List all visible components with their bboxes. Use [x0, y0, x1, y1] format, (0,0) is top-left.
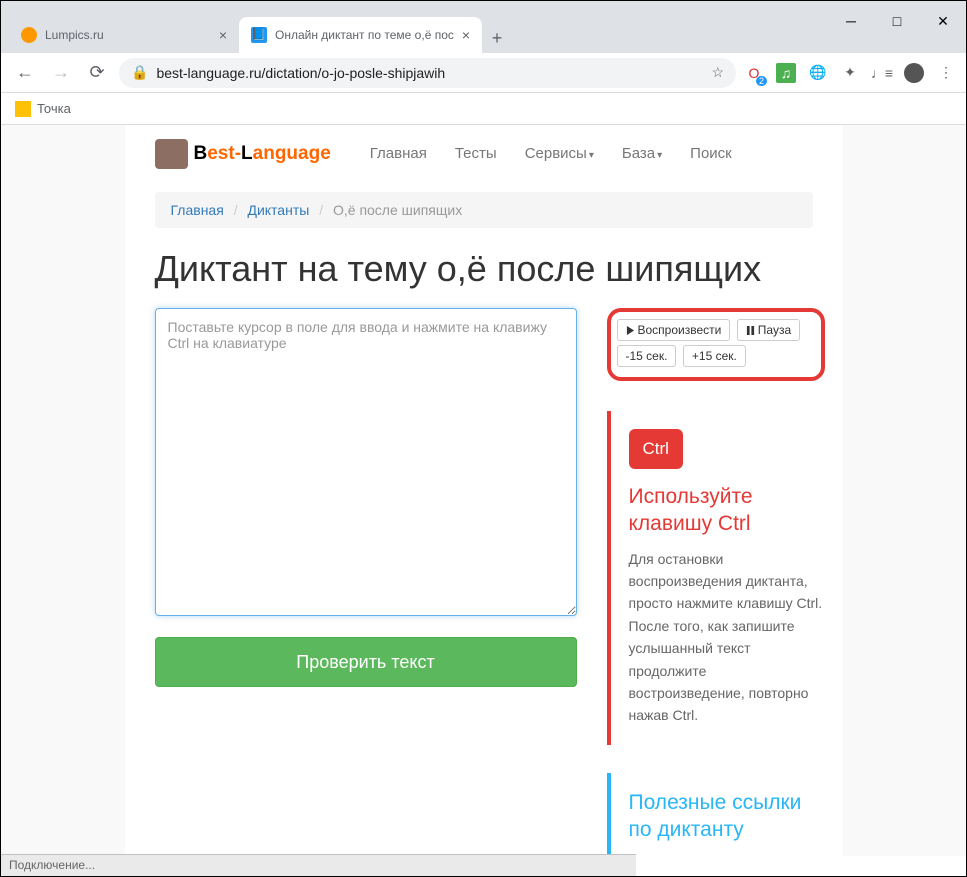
globe-ext-icon[interactable]: 🌐 — [808, 63, 828, 83]
pause-button[interactable]: Пауза — [737, 319, 800, 341]
audio-controls-highlight: Воспроизвести Пауза -15 сек. +15 сек. — [607, 308, 825, 381]
extensions-icon[interactable]: ✦ — [840, 63, 860, 83]
bookmarks-bar: Точка — [1, 93, 966, 125]
opera-ext-icon[interactable]: O2 — [744, 63, 764, 83]
ctrl-card-title: Используйте клавишу Ctrl — [629, 483, 825, 538]
page-title: Диктант на тему о,ё после шипящих — [155, 248, 813, 290]
breadcrumb-home[interactable]: Главная — [171, 202, 224, 218]
tab-title: Онлайн диктант по теме о,ё пос — [275, 28, 454, 42]
reload-button[interactable]: ⟳ — [83, 59, 111, 87]
music-ext-icon[interactable]: ♫ — [776, 63, 796, 83]
chevron-down-icon: ▾ — [589, 150, 594, 161]
nav-search[interactable]: Поиск — [676, 135, 746, 172]
favicon — [21, 27, 37, 43]
rewind-button[interactable]: -15 сек. — [617, 345, 677, 367]
browser-titlebar: Lumpics.ru × 📘 Онлайн диктант по теме о,… — [1, 1, 966, 53]
close-icon[interactable]: × — [219, 27, 227, 43]
links-card-title: Полезные ссылки по диктанту — [629, 789, 825, 844]
url-text: best-language.ru/dictation/o-jo-posle-sh… — [156, 65, 445, 81]
browser-tab-1[interactable]: 📘 Онлайн диктант по теме о,ё пос × — [239, 17, 482, 53]
browser-tab-0[interactable]: Lumpics.ru × — [9, 17, 239, 53]
play-icon — [626, 326, 635, 335]
site-logo[interactable] — [155, 139, 188, 169]
site-header: Best-Language Главная Тесты Сервисы▾ Баз… — [125, 125, 843, 182]
pause-icon — [746, 326, 755, 335]
page-content: Best-Language Главная Тесты Сервисы▾ Баз… — [1, 125, 966, 856]
breadcrumb-dictations[interactable]: Диктанты — [247, 202, 309, 218]
minimize-button[interactable]: ─ — [828, 1, 874, 41]
star-icon[interactable]: ☆ — [711, 64, 724, 81]
media-ext-icon[interactable]: ♩≡ — [872, 63, 892, 83]
tab-title: Lumpics.ru — [45, 28, 211, 42]
maximize-button[interactable]: □ — [874, 1, 920, 41]
nav-home[interactable]: Главная — [356, 135, 441, 172]
chevron-down-icon: ▾ — [657, 150, 662, 161]
nav-tests[interactable]: Тесты — [441, 135, 511, 172]
forward-button[interactable]: → — [47, 59, 75, 87]
browser-toolbar: ← → ⟳ 🔒 best-language.ru/dictation/o-jo-… — [1, 53, 966, 93]
address-bar[interactable]: 🔒 best-language.ru/dictation/o-jo-posle-… — [119, 58, 736, 88]
nav-base[interactable]: База▾ — [608, 135, 676, 172]
favicon: 📘 — [251, 27, 267, 43]
dictation-textarea[interactable] — [155, 308, 577, 616]
play-button[interactable]: Воспроизвести — [617, 319, 731, 341]
new-tab-button[interactable]: + — [482, 23, 512, 53]
menu-icon[interactable]: ⋮ — [936, 63, 956, 83]
profile-avatar[interactable] — [904, 63, 924, 83]
close-icon[interactable]: × — [462, 27, 470, 43]
links-card: Полезные ссылки по диктанту Правило О,Ё … — [607, 773, 825, 856]
breadcrumb: Главная / Диктанты / О,ё после шипящих — [155, 192, 813, 228]
bookmark-folder-icon — [15, 101, 31, 117]
forward-button-audio[interactable]: +15 сек. — [683, 345, 746, 367]
bookmark-item[interactable]: Точка — [37, 101, 71, 116]
browser-statusbar: Подключение... — [1, 854, 636, 876]
check-text-button[interactable]: Проверить текст — [155, 637, 577, 687]
ctrl-card-text: Для остановки воспроизведения диктанта, … — [629, 548, 825, 727]
close-window-button[interactable]: ✕ — [920, 1, 966, 41]
lock-icon: 🔒 — [131, 64, 148, 81]
ctrl-badge: Ctrl — [629, 429, 683, 469]
site-logo-text[interactable]: Best-Language — [194, 143, 331, 165]
breadcrumb-current: О,ё после шипящих — [333, 202, 462, 218]
back-button[interactable]: ← — [11, 59, 39, 87]
nav-services[interactable]: Сервисы▾ — [511, 135, 608, 172]
ctrl-info-card: Ctrl Используйте клавишу Ctrl Для остано… — [607, 411, 825, 745]
